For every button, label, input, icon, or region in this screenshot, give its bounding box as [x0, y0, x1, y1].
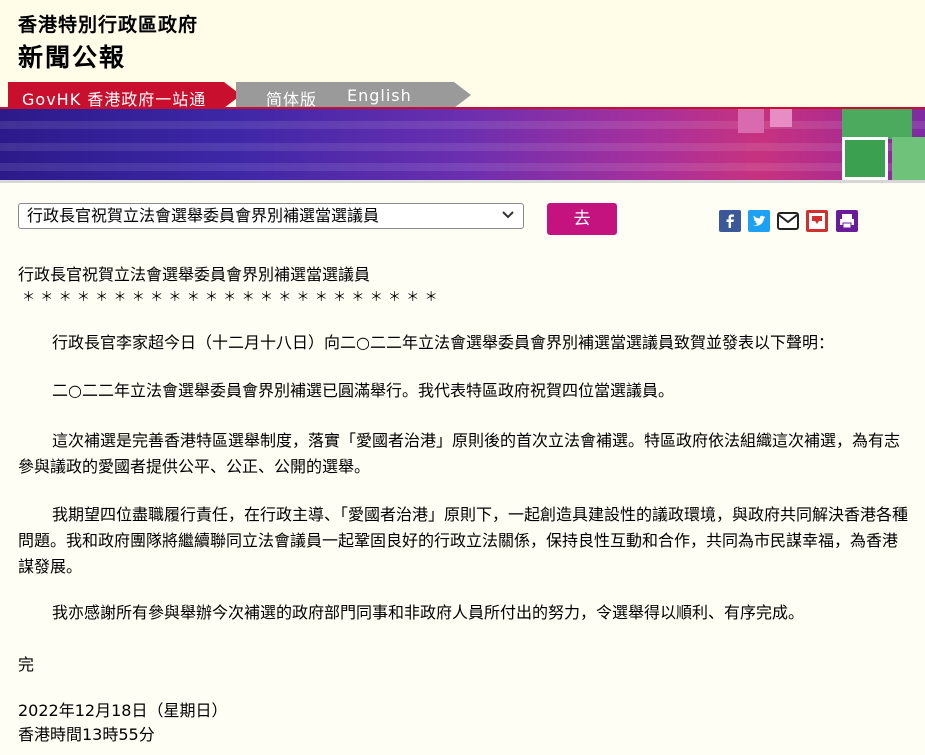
article-paragraph: 我期望四位盡職履行責任，在行政主導、「愛國者治港」原則下，一起創造具建設性的議政… [18, 505, 909, 576]
facebook-icon[interactable] [719, 210, 741, 232]
government-name: 香港特別行政區政府 [18, 14, 199, 36]
article-paragraph: 我亦感謝所有參與舉辦今次補選的政府部門同事和非政府人員所付出的努力，令選舉得以順… [52, 603, 805, 622]
article-paragraph: 這次補選是完善香港特區選舉制度，落實「愛國者治港」原則後的首次立法會補選。特區政… [18, 431, 901, 476]
article-title: 行政長官祝賀立法會選舉委員會界別補選當選議員 [18, 265, 371, 284]
twitter-icon[interactable] [748, 210, 770, 232]
article-end-marker: 完 [18, 655, 35, 674]
article-paragraph: 二○二二年立法會選舉委員會界別補選已圓滿舉行。我代表特區政府祝賀四位當選議員。 [52, 381, 674, 400]
article-paragraph: 行政長官李家超今日（十二月十八日）向二○二二年立法會選舉委員會界別補選當選議員致… [52, 333, 834, 352]
top-nav: GovHK 香港政府一站通 简体版 English [0, 82, 925, 109]
go-button[interactable]: 去 [547, 203, 617, 235]
release-time: 香港時間13時55分 [18, 725, 155, 744]
title-separator: ＊＊＊＊＊＊＊＊＊＊＊＊＊＊＊＊＊＊＊＊＊＊＊ [22, 290, 443, 305]
site-header: 香港特別行政區政府 新聞公報 [0, 0, 925, 82]
header-banner [0, 109, 925, 180]
email-icon[interactable] [777, 210, 799, 232]
article-select[interactable]: 行政長官祝賀立法會選舉委員會界別補選當選議員 [18, 203, 524, 229]
release-date: 2022年12月18日（星期日） [18, 701, 228, 720]
article-select-value: 行政長官祝賀立法會選舉委員會界別補選當選議員 [27, 206, 380, 225]
bookmark-icon[interactable] [806, 210, 828, 232]
chevron-down-icon [502, 211, 514, 219]
print-icon[interactable] [836, 210, 858, 232]
english-link[interactable]: English [347, 86, 412, 105]
press-release-title: 新聞公報 [18, 43, 127, 72]
